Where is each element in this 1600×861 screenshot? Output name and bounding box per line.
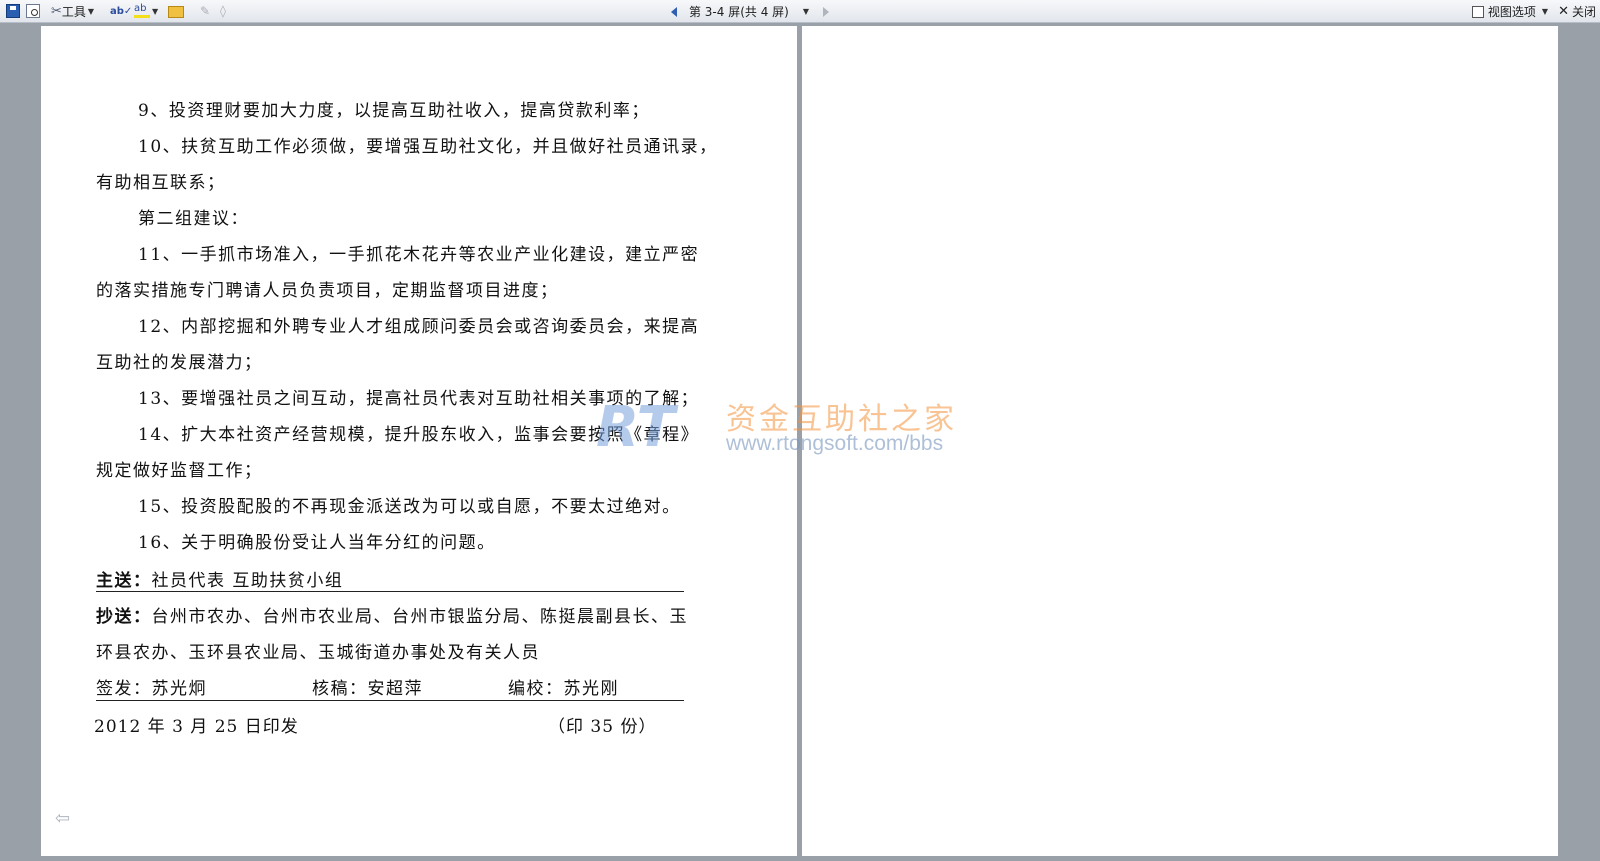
view-options-button[interactable]: 视图选项 ▼: [1471, 3, 1549, 20]
paragraph-line: 10、扶贫互助工作必须做，要增强互助社文化，并且做好社员通讯录，: [138, 137, 718, 157]
print-copies: （印 35 份）: [548, 717, 657, 737]
next-screen-icon[interactable]: [823, 6, 829, 17]
paragraph-line: 互助社的发展潜力；: [96, 353, 263, 373]
watermark-logo: RT: [596, 395, 675, 460]
cc-label: 抄送：: [96, 607, 152, 627]
paragraph-line: 12、内部挖掘和外聘专业人才组成顾问委员会或咨询委员会，来提高: [138, 317, 700, 337]
close-label: 关闭: [1571, 5, 1596, 19]
review-text: 核稿：安超萍: [312, 679, 423, 699]
paragraph-line: 11、一手抓市场准入，一手抓花木花卉等农业产业化建设，建立严密: [138, 245, 700, 265]
main-send-value: 社员代表 互助扶贫小组: [151, 571, 344, 591]
screen-navigation: 第 3-4 屏(共 4 屏) ▼: [0, 3, 1600, 19]
view-options-icon: [1471, 5, 1484, 18]
screen-indicator[interactable]: 第 3-4 屏(共 4 屏): [689, 3, 789, 20]
previous-screen-icon[interactable]: [670, 6, 677, 17]
chevron-down-icon: ▼: [1541, 7, 1549, 16]
section-heading: 第二组建议：: [138, 209, 249, 229]
back-arrow-icon[interactable]: ⇦: [55, 808, 70, 829]
watermark-url: www.rtongsoft.com/bbs: [726, 432, 944, 455]
chevron-down-icon[interactable]: ▼: [803, 7, 809, 16]
view-options-label: 视图选项: [1487, 5, 1536, 19]
watermark: RT 资金互助社之家 www.rtongsoft.com/bbs: [596, 394, 1006, 466]
divider-line: [96, 700, 684, 701]
reading-toolbar: ✂ 工具 ▼ ab✓ ab ▼ ✎ ◊ 第 3-4 屏(共 4 屏) ▼ 视图选…: [0, 0, 1600, 23]
signoff-text: 签发：苏光炯: [96, 679, 207, 699]
edit-text: 编校：苏光刚: [508, 679, 619, 699]
paragraph-line: 16、关于明确股份受让人当年分红的问题。: [138, 533, 496, 553]
main-send-line: 主送：社员代表 互助扶贫小组: [96, 566, 343, 591]
main-send-label: 主送：: [96, 571, 152, 591]
paragraph-line: 规定做好监督工作；: [96, 461, 263, 481]
divider-line: [96, 591, 684, 592]
close-button[interactable]: ✕ 关闭: [1558, 3, 1596, 20]
paragraph-line: 9、投资理财要加大力度，以提高互助社收入，提高贷款利率；: [138, 101, 650, 121]
paragraph-line: 的落实措施专门聘请人员负责项目，定期监督项目进度；: [96, 281, 559, 301]
print-date: 2012 年 3 月 25 日印发: [94, 717, 299, 737]
paragraph-line: 有助相互联系；: [96, 173, 226, 193]
paragraph-line: 15、投资股配股的不再现金派送改为可以或自愿，不要太过绝对。: [138, 497, 681, 517]
close-icon: ✕: [1558, 4, 1569, 19]
cc-line: 抄送：台州市农办、台州市农业局、台州市银监分局、陈挺晨副县长、玉: [96, 602, 688, 627]
cc-value-1: 台州市农办、台州市农业局、台州市银监分局、陈挺晨副县长、玉: [151, 607, 688, 627]
cc-line-2: 环县农办、玉环县农业局、玉城街道办事处及有关人员: [96, 643, 540, 663]
